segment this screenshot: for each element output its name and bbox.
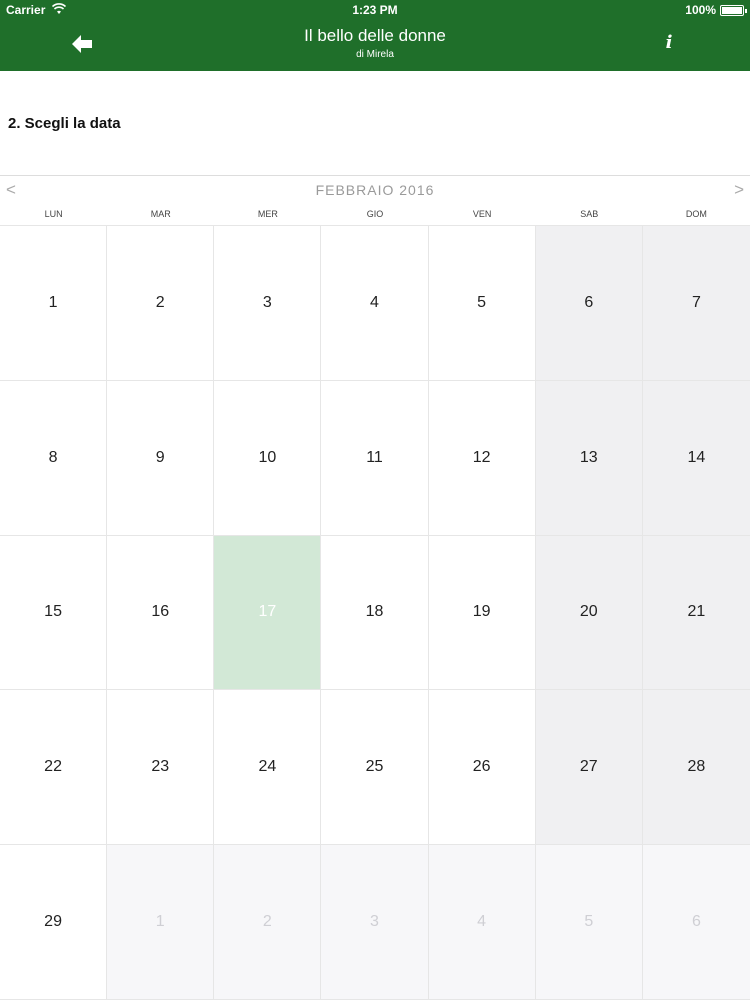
weekday-label: LUN — [44, 209, 63, 219]
battery-percentage: 100% — [685, 3, 716, 17]
day-cell[interactable]: 7 — [642, 226, 750, 381]
day-cell-other-month: 5 — [535, 845, 643, 1000]
weekday-label: SAB — [580, 209, 599, 219]
day-cell[interactable]: 22 — [0, 690, 108, 846]
day-cell[interactable]: 20 — [535, 535, 643, 691]
day-cell[interactable]: 26 — [428, 690, 536, 846]
weekday-label: MER — [257, 209, 278, 219]
weekday-label: DOM — [685, 209, 707, 219]
battery-icon — [720, 5, 747, 16]
next-month-button[interactable]: > — [734, 180, 744, 200]
day-cell[interactable]: 16 — [107, 535, 215, 691]
weekday-row: LUN MAR MER GIO VEN SAB DOM — [0, 209, 750, 225]
day-cell[interactable]: 24 — [214, 690, 322, 846]
day-cell[interactable]: 23 — [107, 690, 215, 846]
navigation-bar: Il bello delle donne di Mirela i — [0, 20, 750, 71]
day-cell-other-month: 3 — [321, 845, 429, 1000]
day-cell[interactable]: 6 — [535, 226, 643, 381]
day-cell[interactable]: 12 — [428, 380, 536, 536]
day-cell[interactable]: 14 — [642, 380, 750, 536]
day-cell[interactable]: 9 — [107, 380, 215, 536]
nav-title: Il bello delle donne — [304, 26, 446, 45]
day-cell[interactable]: 15 — [0, 535, 108, 691]
day-cell-other-month: 1 — [107, 845, 215, 1000]
weekday-label: GIO — [366, 209, 384, 219]
clock: 1:23 PM — [352, 3, 398, 17]
day-cell[interactable]: 25 — [321, 690, 429, 846]
day-cell[interactable]: 2 — [107, 226, 215, 381]
day-cell[interactable]: 21 — [642, 535, 750, 691]
calendar-grid: 1 2 3 4 5 6 7 8 9 10 11 12 13 14 15 16 17 18 19 20 21 22 23 24 2… — [0, 225, 750, 1000]
day-cell[interactable]: 28 — [642, 690, 750, 846]
weekday-label: MAR — [150, 209, 171, 219]
day-cell[interactable]: 4 — [321, 226, 429, 381]
day-cell[interactable]: 5 — [428, 226, 536, 381]
calendar-header: < FEBBRAIO 2016 > LUN MAR MER GIO VEN SAB DOM — [0, 175, 750, 225]
weekday-label: VEN — [472, 209, 492, 219]
day-cell-other-month: 6 — [642, 845, 750, 1000]
day-cell[interactable]: 18 — [321, 535, 429, 691]
day-cell[interactable]: 1 — [0, 226, 108, 381]
day-cell-other-month: 2 — [214, 845, 322, 1000]
day-cell[interactable]: 11 — [321, 380, 429, 536]
day-cell-other-month: 4 — [428, 845, 536, 1000]
day-cell[interactable]: 29 — [0, 845, 108, 1000]
day-cell[interactable]: 27 — [535, 690, 643, 846]
day-cell[interactable]: 3 — [214, 226, 322, 381]
day-cell[interactable]: 13 — [535, 380, 643, 536]
day-cell[interactable]: 19 — [428, 535, 536, 691]
day-cell-selected[interactable]: 17 — [214, 535, 322, 691]
day-cell[interactable]: 8 — [0, 380, 108, 536]
day-cell[interactable]: 10 — [214, 380, 322, 536]
step-title: 2. Scegli la data — [8, 115, 121, 132]
month-title: FEBBRAIO 2016 — [315, 182, 435, 198]
nav-subtitle: di Mirela — [356, 49, 394, 60]
info-icon[interactable]: i — [656, 32, 682, 58]
status-bar: Carrier 1:23 PM 100% — [0, 0, 750, 20]
